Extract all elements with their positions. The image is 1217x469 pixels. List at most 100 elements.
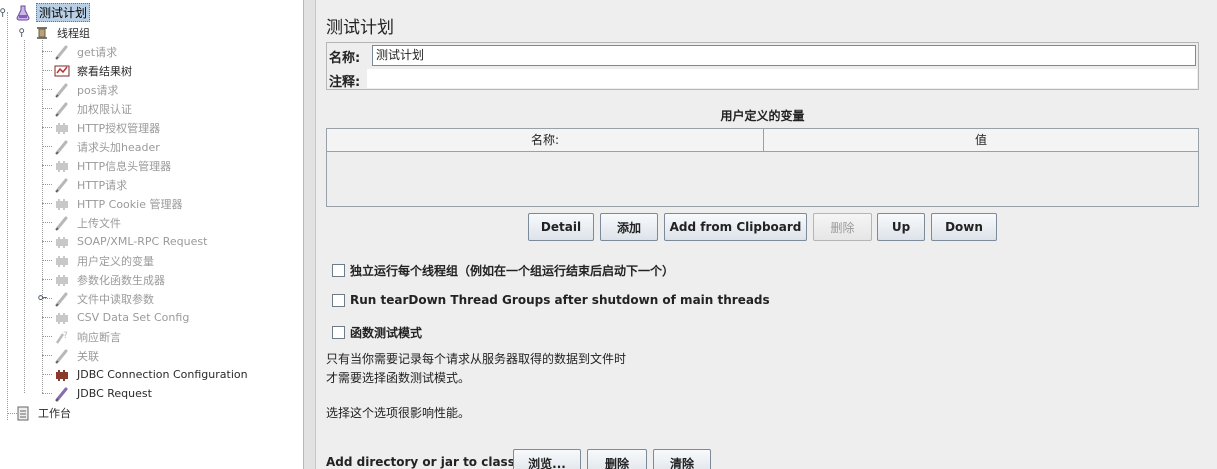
browse-button[interactable]: 浏览...: [513, 449, 581, 469]
tree-node-workbench[interactable]: 工作台: [15, 403, 73, 422]
functional-mode-note-2: 才需要选择函数测试模式。: [326, 371, 471, 385]
checkbox-box[interactable]: [332, 326, 345, 339]
tree-node-item[interactable]: HTTP请求: [54, 175, 129, 194]
tree-node-item[interactable]: pos请求: [54, 80, 120, 99]
checkbox-label: Run tearDown Thread Groups after shutdow…: [350, 293, 770, 307]
tree-node-item[interactable]: SOAP/XML-RPC Request: [54, 232, 209, 251]
name-field[interactable]: 测试计划: [372, 45, 1196, 66]
performance-note: 选择这个选项很影响性能。: [326, 406, 471, 420]
sampler-pipette-icon: [54, 44, 70, 60]
up-button[interactable]: Up: [877, 213, 925, 241]
tree-node-label: HTTP授权管理器: [77, 121, 161, 135]
tree-node-item[interactable]: HTTP授权管理器: [54, 118, 162, 137]
config-element-gear-icon: [54, 120, 70, 136]
tree-node-label: 参数化函数生成器: [77, 273, 165, 287]
tree-node-label: HTTP Cookie 管理器: [77, 197, 183, 211]
add-button[interactable]: 添加: [600, 213, 658, 241]
checkbox-label: 独立运行每个线程组（例如在一个组运行结束后启动下一个）: [350, 264, 675, 278]
tree-node-item[interactable]: 察看结果树: [54, 61, 134, 80]
tree-node-item[interactable]: HTTP Cookie 管理器: [54, 194, 184, 213]
config-element-gear-icon: [54, 253, 70, 269]
tree-node-item[interactable]: 加权限认证: [54, 99, 134, 118]
table-header: 名称: 值: [327, 129, 1198, 152]
config-element-gear-icon: [54, 310, 70, 326]
sampler-pipette-icon: [54, 291, 70, 307]
tree-node-label: 文件中读取参数: [77, 292, 154, 306]
sampler-pipette-icon: [54, 82, 70, 98]
test-plan-flask-icon: [15, 5, 31, 21]
test-plan-panel: 测试计划 名称: 测试计划 注释: 用户定义的变量 名称: 值 Detail 添…: [316, 0, 1217, 469]
run-teardown-checkbox[interactable]: Run tearDown Thread Groups after shutdow…: [332, 293, 770, 307]
tree-node-label: 响应断言: [77, 330, 121, 344]
thread-group-spool-icon: [34, 25, 50, 41]
tree-node-test-plan[interactable]: 测试计划: [15, 3, 91, 22]
tree-node-label: get请求: [77, 45, 118, 59]
column-header-name[interactable]: 名称:: [327, 129, 763, 151]
delete-button[interactable]: 删除: [813, 213, 872, 241]
tree-node-label: 加权限认证: [77, 102, 132, 116]
sampler-pipette-icon: [54, 215, 70, 231]
checkbox-box[interactable]: [332, 264, 345, 277]
tree-node-label: CSV Data Set Config: [77, 311, 190, 324]
tree-node-item[interactable]: 请求头加header: [54, 137, 162, 156]
split-pane-divider[interactable]: [304, 0, 316, 469]
tree-node-label: HTTP请求: [77, 178, 128, 192]
view-results-tree-icon: [54, 63, 70, 79]
detail-button[interactable]: Detail: [528, 213, 594, 241]
assertion-question-icon: ?: [54, 329, 70, 345]
comment-label: 注释:: [329, 75, 361, 90]
down-button[interactable]: Down: [931, 213, 997, 241]
comment-field[interactable]: [367, 69, 1197, 88]
checkbox-label: 函数测试模式: [350, 326, 423, 340]
tree-node-label: 关联: [77, 349, 99, 363]
tree-node-item[interactable]: 上传文件: [54, 213, 123, 232]
functional-mode-note-1: 只有当你需要记录每个请求从服务器取得的数据到文件时: [326, 352, 627, 366]
config-element-gear-icon: [54, 367, 70, 383]
tree-node-label: 察看结果树: [77, 64, 132, 78]
tree-node-item[interactable]: JDBC Request: [54, 384, 154, 403]
tree-node-item[interactable]: ? 响应断言: [54, 327, 123, 346]
user-vars-title: 用户定义的变量: [720, 109, 805, 123]
collapse-handle-icon[interactable]: [19, 28, 28, 37]
classpath-delete-button[interactable]: 删除: [587, 449, 647, 469]
tree-node-label: 上传文件: [77, 216, 121, 230]
tree-node-label: pos请求: [77, 83, 119, 97]
tree-node-item[interactable]: 用户定义的变量: [54, 251, 156, 270]
tree-node-item[interactable]: 文件中读取参数: [54, 289, 156, 308]
sampler-pipette-icon: [54, 386, 70, 402]
config-element-gear-icon: [54, 234, 70, 250]
checkbox-box[interactable]: [332, 293, 345, 307]
sampler-pipette-icon: [54, 177, 70, 193]
tree-node-label: HTTP信息头管理器: [77, 159, 172, 173]
run-thread-groups-consecutively-checkbox[interactable]: 独立运行每个线程组（例如在一个组运行结束后启动下一个）: [332, 262, 674, 279]
tree-node-label: 用户定义的变量: [77, 254, 154, 268]
tree-node-label: SOAP/XML-RPC Request: [77, 235, 208, 248]
classpath-clear-button[interactable]: 清除: [653, 449, 711, 469]
name-comment-box: 名称: 测试计划 注释:: [326, 42, 1199, 90]
config-element-gear-icon: [54, 158, 70, 174]
test-plan-tree[interactable]: 测试计划 线程组 get请求 察看结果树 pos请求 加权限认证 HTTP授权管理器 请求…: [0, 0, 304, 469]
functional-test-mode-checkbox[interactable]: 函数测试模式: [332, 324, 422, 341]
tree-node-label: 请求头加header: [77, 140, 160, 154]
tree-node-item[interactable]: 关联: [54, 346, 101, 365]
tree-node-label: JDBC Request: [77, 387, 152, 400]
name-label: 名称:: [329, 51, 361, 66]
config-element-gear-icon: [54, 196, 70, 212]
config-element-gear-icon: [54, 272, 70, 288]
tree-node-item[interactable]: JDBC Connection Configuration: [54, 365, 250, 384]
sampler-pipette-icon: [54, 348, 70, 364]
column-header-value[interactable]: 值: [763, 129, 1198, 151]
tree-node-item[interactable]: CSV Data Set Config: [54, 308, 191, 327]
sampler-pipette-icon: [54, 139, 70, 155]
collapse-handle-icon[interactable]: [0, 8, 9, 17]
add-from-clipboard-button[interactable]: Add from Clipboard: [664, 213, 807, 241]
tree-node-item[interactable]: 参数化函数生成器: [54, 270, 167, 289]
tree-node-label: JDBC Connection Configuration: [77, 368, 248, 381]
workbench-clipboard-icon: [15, 405, 31, 421]
user-vars-table[interactable]: 名称: 值: [326, 128, 1199, 207]
tree-node-item[interactable]: get请求: [54, 42, 119, 61]
tree-node-item[interactable]: HTTP信息头管理器: [54, 156, 173, 175]
svg-text:?: ?: [63, 331, 68, 341]
sampler-pipette-icon: [54, 101, 70, 117]
expand-handle-icon[interactable]: [38, 294, 47, 303]
